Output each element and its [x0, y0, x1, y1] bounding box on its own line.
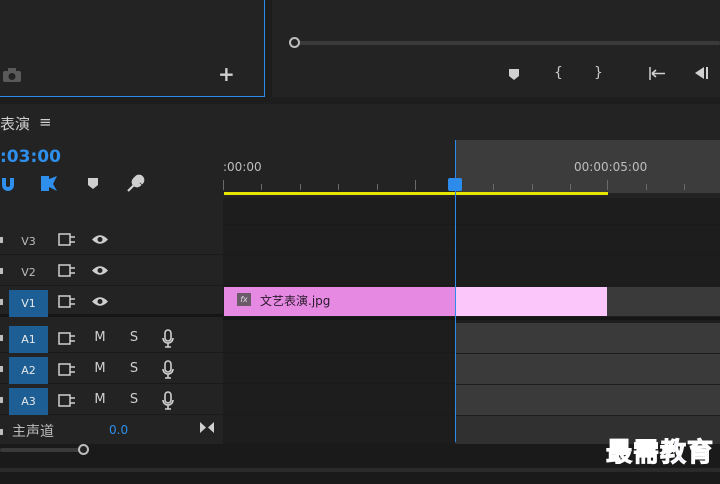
track-lock-icon[interactable] — [0, 397, 3, 403]
video-clip-label: 文艺表演.jpg — [260, 294, 331, 308]
mute-button[interactable]: M — [91, 390, 109, 410]
ruler-tick — [532, 184, 533, 190]
camera-icon[interactable] — [2, 67, 22, 83]
track-lock-icon[interactable] — [0, 268, 3, 274]
a1-empty-region — [455, 323, 720, 353]
track-label-a1[interactable]: A1 — [9, 326, 48, 353]
track-label-v2[interactable]: V2 — [9, 259, 48, 286]
track-header-v1[interactable]: V1 — [0, 287, 223, 317]
playhead-timecode[interactable]: :03:00 — [0, 147, 61, 167]
eye-icon[interactable] — [91, 295, 109, 308]
snap-icon[interactable] — [0, 176, 16, 192]
panel-menu-icon[interactable]: ≡ — [39, 113, 52, 131]
source-monitor-panel: + — [0, 0, 265, 97]
ruler-tick — [377, 184, 378, 190]
linked-selection-icon[interactable] — [40, 175, 58, 192]
program-scrub-track[interactable] — [294, 41, 720, 45]
eye-icon[interactable] — [91, 264, 109, 277]
add-button[interactable]: + — [218, 64, 235, 84]
watermark-logo: 最需教育 — [605, 438, 714, 469]
track-header-a3[interactable]: A3 M S — [0, 385, 223, 415]
video-clip-selected-portion[interactable] — [455, 287, 607, 316]
marker-icon[interactable] — [507, 67, 521, 81]
ruler-tick — [300, 184, 301, 190]
track-lock-icon[interactable] — [0, 237, 3, 243]
mark-in-button[interactable]: { — [554, 65, 563, 81]
ruler-label-5s: 00:00:05:00 — [574, 160, 648, 174]
sync-lock-icon[interactable] — [58, 363, 76, 376]
microphone-icon[interactable] — [161, 391, 175, 410]
track-label-v1[interactable]: V1 — [9, 290, 48, 317]
sync-lock-icon[interactable] — [58, 332, 76, 345]
track-label-a2[interactable]: A2 — [9, 357, 48, 384]
track-lock-icon[interactable] — [0, 366, 3, 372]
track-header-a2[interactable]: A2 M S — [0, 354, 223, 384]
ruler-tick — [646, 184, 647, 190]
fx-badge: fx — [237, 293, 251, 306]
microphone-icon[interactable] — [161, 360, 175, 379]
program-monitor-panel: { } — [272, 0, 720, 97]
sync-lock-icon[interactable] — [58, 264, 76, 277]
mute-button[interactable]: M — [91, 359, 109, 379]
zoom-scrollbar-knob[interactable] — [78, 444, 89, 455]
track-header-a1[interactable]: A1 M S — [0, 323, 223, 353]
track-header-v2[interactable]: V2 — [0, 256, 223, 286]
ruler-tick — [261, 184, 262, 190]
ruler-tick — [223, 180, 224, 190]
ruler-tick — [684, 184, 685, 190]
add-marker-icon[interactable] — [87, 177, 99, 190]
solo-button[interactable]: S — [125, 390, 143, 410]
v1-empty-region — [607, 287, 720, 316]
solo-button[interactable]: S — [125, 359, 143, 379]
track-area-v2[interactable] — [223, 256, 720, 286]
wrench-icon[interactable] — [125, 174, 145, 194]
eye-icon[interactable] — [91, 233, 109, 246]
solo-button[interactable]: S — [125, 328, 143, 348]
sequence-tab-title[interactable]: 表演 — [0, 113, 30, 134]
track-area-spacer — [223, 198, 720, 225]
sync-lock-icon[interactable] — [58, 394, 76, 407]
timeline-ruler[interactable]: :00:00 00:00:05:00 — [223, 140, 720, 198]
timeline-header: 表演 ≡ — [0, 104, 720, 140]
track-header-v3[interactable]: V3 — [0, 225, 223, 255]
track-lock-icon[interactable] — [0, 429, 3, 435]
track-lock-icon[interactable] — [0, 299, 3, 305]
mute-button[interactable]: M — [91, 328, 109, 348]
track-lock-icon[interactable] — [0, 335, 3, 341]
ruler-label-start: :00:00 — [223, 160, 262, 174]
step-back-icon[interactable] — [692, 66, 710, 80]
go-to-in-icon[interactable] — [647, 66, 667, 81]
go-to-end-icon[interactable] — [199, 421, 215, 434]
microphone-icon[interactable] — [161, 329, 175, 348]
ruler-tick — [338, 184, 339, 190]
a3-empty-region — [455, 385, 720, 415]
program-scrub-knob[interactable] — [289, 37, 300, 48]
playhead-handle[interactable] — [448, 178, 462, 191]
track-label-a3[interactable]: A3 — [9, 388, 48, 415]
zoom-scrollbar-track[interactable] — [0, 448, 82, 452]
ruler-tick — [493, 184, 494, 190]
work-area-bar[interactable] — [224, 192, 608, 195]
a2-empty-region — [455, 354, 720, 384]
sync-lock-icon[interactable] — [58, 233, 76, 246]
master-track-header: 主声道 0.0 — [0, 417, 223, 444]
track-area-v3[interactable] — [223, 225, 720, 255]
track-label-v3[interactable]: V3 — [9, 228, 48, 255]
mark-out-button[interactable]: } — [594, 65, 603, 81]
master-track-label: 主声道 — [12, 424, 54, 440]
ruler-tick — [415, 180, 416, 190]
sync-lock-icon[interactable] — [58, 295, 76, 308]
ruler-tick — [607, 180, 608, 190]
master-volume-value[interactable]: 0.0 — [109, 423, 128, 437]
ruler-tick — [570, 184, 571, 190]
